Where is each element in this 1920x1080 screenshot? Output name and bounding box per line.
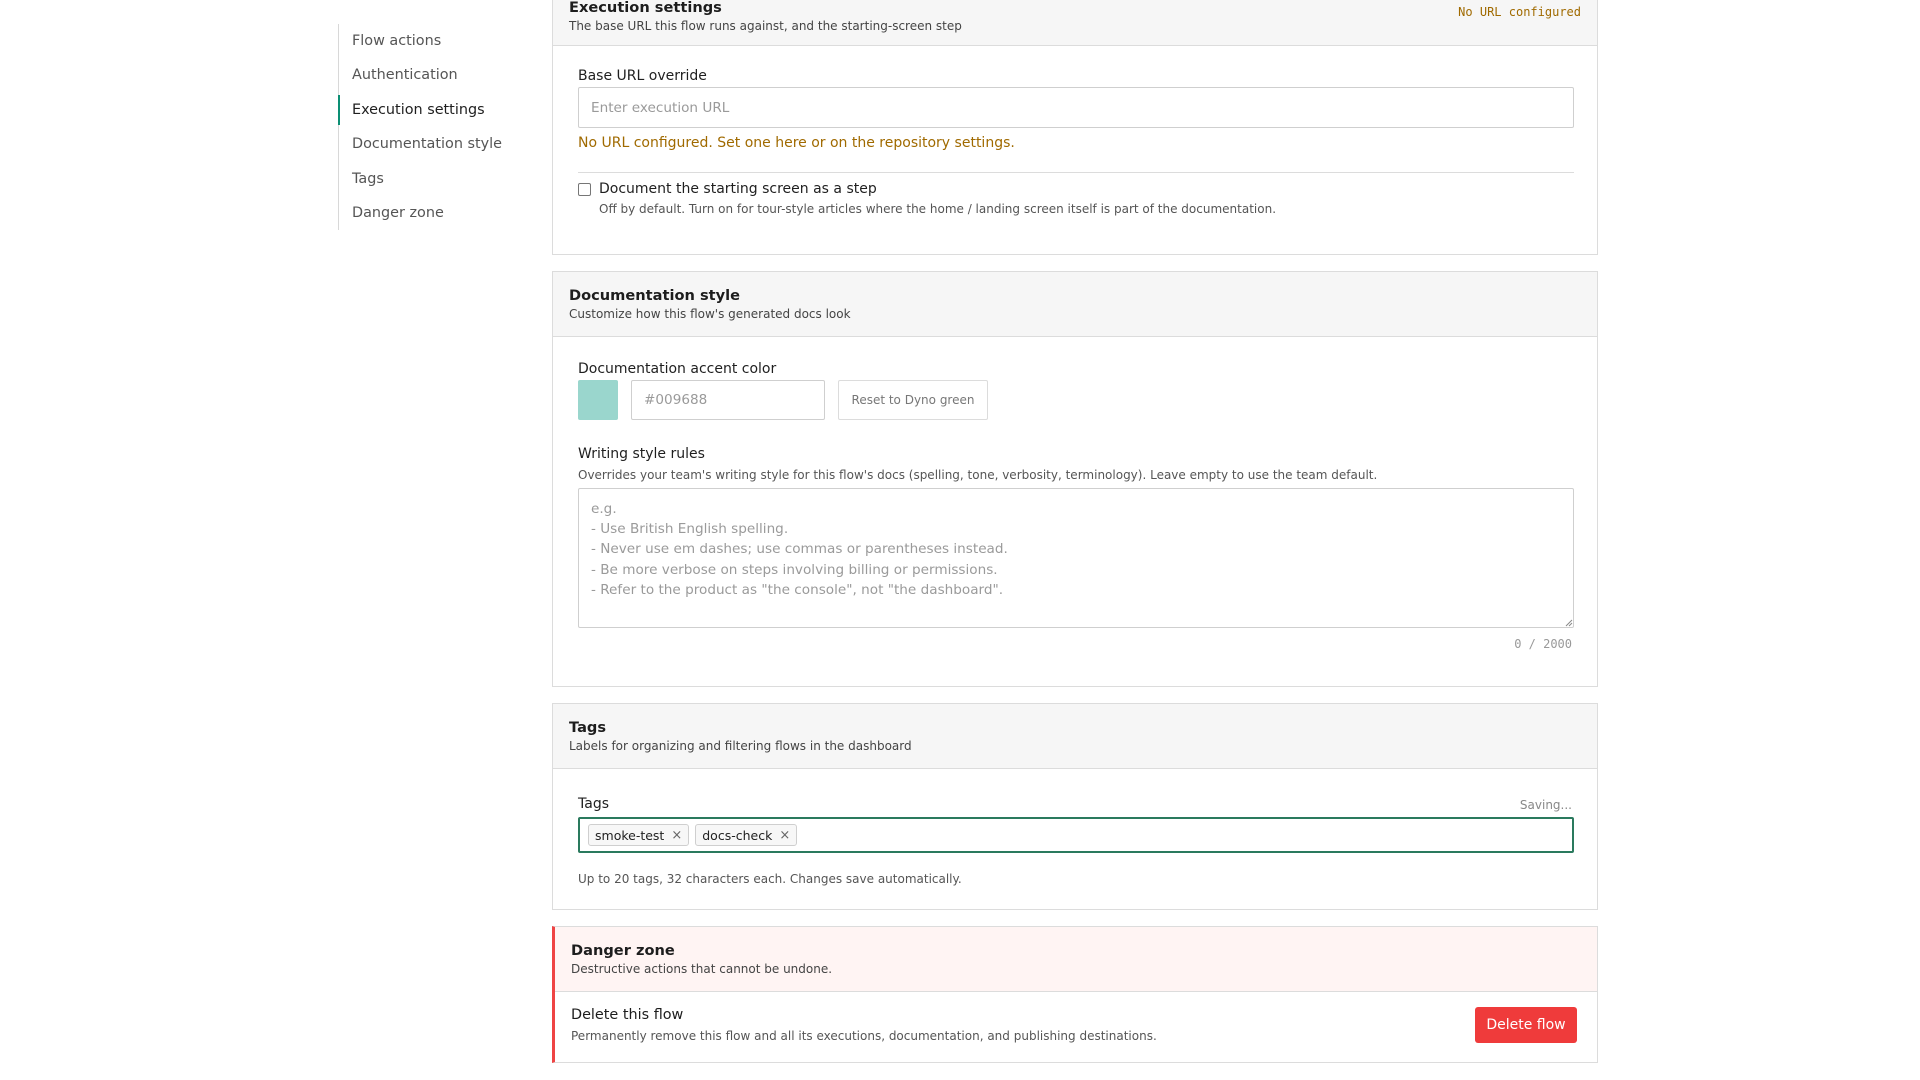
nav-item-danger-zone[interactable]: Danger zone [339, 196, 538, 230]
tag-chip-label: docs-check [702, 827, 773, 843]
tags-field-label: Tags [578, 796, 609, 812]
delete-flow-button[interactable]: Delete flow [1475, 1007, 1577, 1043]
execution-settings-subtitle: The base URL this flow runs against, and… [569, 19, 962, 33]
tags-help: Up to 20 tags, 32 characters each. Chang… [578, 872, 962, 886]
tag-chip: smoke-test × [588, 824, 690, 846]
remove-tag-icon[interactable]: × [671, 828, 682, 843]
danger-zone-title: Danger zone [571, 942, 675, 959]
writing-rules-counter: 0 / 2000 [1514, 637, 1572, 651]
execution-settings-header: Execution settings The base URL this flo… [553, 0, 1597, 46]
start-step-label[interactable]: Document the starting screen as a step [599, 181, 877, 197]
danger-zone-header: Danger zone Destructive actions that can… [555, 927, 1597, 992]
tags-title: Tags [569, 719, 607, 736]
nav-item-flow-actions[interactable]: Flow actions [339, 24, 538, 58]
tags-input[interactable]: smoke-test × docs-check × [578, 817, 1574, 853]
start-step-help: Off by default. Turn on for tour-style a… [599, 202, 1277, 216]
delete-flow-help: Permanently remove this flow and all its… [571, 1029, 1157, 1043]
execution-settings-title: Execution settings [569, 0, 722, 16]
writing-rules-textarea[interactable]: e.g. - Use British English spelling. - N… [578, 488, 1574, 628]
reset-accent-button[interactable]: Reset to Dyno green [838, 380, 988, 420]
base-url-label: Base URL override [578, 68, 707, 84]
tags-subtitle: Labels for organizing and filtering flow… [569, 739, 912, 753]
documentation-style-card: Documentation style Customize how this f… [552, 271, 1598, 687]
divider [578, 172, 1574, 173]
nav-item-documentation-style[interactable]: Documentation style [339, 127, 538, 161]
writing-rules-label: Writing style rules [578, 446, 705, 462]
documentation-style-subtitle: Customize how this flow's generated docs… [569, 307, 851, 321]
delete-flow-title: Delete this flow [571, 1007, 684, 1023]
danger-zone-subtitle: Destructive actions that cannot be undon… [571, 962, 833, 976]
nav-item-authentication[interactable]: Authentication [339, 58, 538, 92]
documentation-style-title: Documentation style [569, 287, 741, 304]
documentation-style-header: Documentation style Customize how this f… [553, 272, 1597, 337]
writing-rules-help: Overrides your team's writing style for … [578, 468, 1378, 482]
resize-grip-icon[interactable] [1565, 619, 1573, 627]
tags-card: Tags Labels for organizing and filtering… [552, 703, 1598, 910]
tags-saving-status: Saving... [1519, 798, 1572, 812]
accent-color-swatch[interactable] [578, 380, 618, 420]
tags-header: Tags Labels for organizing and filtering… [553, 704, 1597, 769]
tag-chip: docs-check × [695, 824, 798, 846]
accent-color-label: Documentation accent color [578, 361, 777, 377]
remove-tag-icon[interactable]: × [779, 828, 790, 843]
execution-settings-card: Execution settings The base URL this flo… [552, 0, 1598, 255]
url-status-badge: No URL configured [1458, 5, 1581, 19]
no-url-warning: No URL configured. Set one here or on th… [578, 135, 1015, 151]
nav-item-execution-settings[interactable]: Execution settings [338, 93, 538, 127]
start-step-checkbox[interactable] [578, 183, 591, 196]
nav-item-tags[interactable]: Tags [339, 162, 538, 196]
base-url-input[interactable]: Enter execution URL [578, 87, 1574, 128]
settings-nav: Flow actions Authentication Execution se… [338, 24, 538, 231]
accent-color-input[interactable]: #009688 [631, 380, 825, 420]
danger-zone-card: Danger zone Destructive actions that can… [552, 926, 1598, 1063]
tag-chip-label: smoke-test [595, 827, 665, 843]
